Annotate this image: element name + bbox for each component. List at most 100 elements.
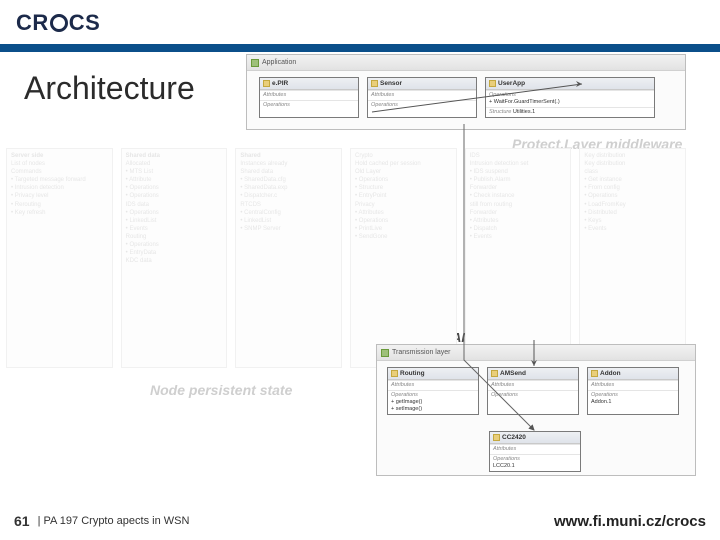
class-icon <box>591 370 598 377</box>
class-icon <box>371 80 378 87</box>
box-op2: + setImage() <box>391 406 422 412</box>
ghost-line: RTCDS <box>240 201 337 209</box>
slide-body: Architecture Original user application P… <box>0 52 720 500</box>
box-title: Addon <box>600 370 621 377</box>
ghost-line: Old Layer <box>355 168 452 176</box>
class-icon <box>391 370 398 377</box>
ghost-line: • Operations <box>584 192 681 200</box>
package-icon <box>381 349 389 357</box>
ghost-line: • SharedData.exp <box>240 184 337 192</box>
ghost-line: IDS data <box>126 201 223 209</box>
ghost-line: Shared <box>240 152 337 160</box>
ghost-line: Key distribution <box>584 160 681 168</box>
class-icon <box>493 434 500 441</box>
class-icon <box>263 80 270 87</box>
ghost-line: Intrusion detection set <box>470 160 567 168</box>
ghost-line: • CentralConfig <box>240 209 337 217</box>
box-attrs: Attributes <box>391 382 414 388</box>
box-attrs: Attributes <box>371 92 394 98</box>
box-userapp: UserApp Operations+ WaitFor.GuardTimerSe… <box>485 77 655 118</box>
ghost-line: Privacy <box>355 201 452 209</box>
ghost-line: • EntryPoint <box>355 192 452 200</box>
ghost-line: IDS <box>470 152 567 160</box>
ghost-line: class <box>584 168 681 176</box>
ghost-line: Key distribution <box>584 152 681 160</box>
diagram-title: Transmission layer <box>392 349 450 356</box>
box-title: AMSend <box>500 370 526 377</box>
ghost-line: • LinkedList <box>240 217 337 225</box>
box-ops: Operations <box>371 102 398 108</box>
ghost-column: Shared dataAllocated• MTS List• Attribut… <box>121 148 228 368</box>
ghost-line: • Publish.Alarm <box>470 176 567 184</box>
ghost-line: • LoadFromKey <box>584 201 681 209</box>
logo-left: CR <box>16 10 49 36</box>
ghost-line: • Key refresh <box>11 209 108 217</box>
ghost-line: Instances already <box>240 160 337 168</box>
ghost-line: • Dispatch <box>470 225 567 233</box>
box-epir: e.PIR Attributes Operations <box>259 77 359 118</box>
ghost-column: CryptoHold cached per sessionOld Layer• … <box>350 148 457 368</box>
logo-right: CS <box>69 10 101 36</box>
ghost-line: • Dispatcher.c <box>240 192 337 200</box>
ghost-line: still from routing <box>470 201 567 209</box>
box-ops-lab: Operations <box>391 392 418 398</box>
box-title: e.PIR <box>272 80 288 87</box>
box-attrs: Attributes <box>263 92 286 98</box>
ghost-line: • Operations <box>126 209 223 217</box>
box-ops-lab: Operations <box>493 456 520 462</box>
footer-url: www.fi.muni.cz/crocs <box>554 513 706 530</box>
ghost-line: • Get instance <box>584 176 681 184</box>
box-title: Sensor <box>380 80 402 87</box>
ghost-line: Crypto <box>355 152 452 160</box>
label-node-state: Node persistent state <box>150 382 292 398</box>
box-ops-lab: Operations <box>591 392 618 398</box>
ghost-line: • EntryData <box>126 249 223 257</box>
ghost-line: • SNMP Server <box>240 225 337 233</box>
ghost-line: • Attribute <box>126 176 223 184</box>
ghost-line: • Events <box>126 225 223 233</box>
ghost-line: • IDS suspend <box>470 168 567 176</box>
ghost-line: Forwarder <box>470 209 567 217</box>
box-addon: Addon Attributes OperationsAddon.1 <box>587 367 679 415</box>
box-op1: + WaitFor.GuardTimerSent(.) <box>489 99 560 105</box>
box-op1: + getImage() <box>391 399 422 405</box>
box-routing: Routing Attributes Operations+ getImage(… <box>387 367 479 415</box>
ghost-line: • Operations <box>126 192 223 200</box>
diagram-title: Application <box>262 59 296 66</box>
ghost-line: Server side <box>11 152 108 160</box>
ghost-line: • PrintLive <box>355 225 452 233</box>
diagram-transmission: Transmission layer Routing Attributes Op… <box>376 344 696 476</box>
ghost-line: Routing <box>126 233 223 241</box>
ghost-line: • Structure <box>355 184 452 192</box>
diagram-application: Application e.PIR Attributes Operations … <box>246 54 686 130</box>
slide-header: CR CS <box>0 0 720 52</box>
ghost-line: • Operations <box>355 217 452 225</box>
ghost-line: Hold cached per session <box>355 160 452 168</box>
box-ops: Operations <box>263 102 290 108</box>
ghost-column: SharedInstances alreadyShared data• Shar… <box>235 148 342 368</box>
logo: CR CS <box>16 8 100 38</box>
ghost-line: • Keys <box>584 217 681 225</box>
ghost-line: Shared data <box>126 152 223 160</box>
ghost-line: • Attributes <box>470 217 567 225</box>
package-icon <box>251 59 259 67</box>
ghost-line: • Check instance <box>470 192 567 200</box>
box-attrs: Attributes <box>491 382 514 388</box>
box-attrs: Attributes <box>493 446 516 452</box>
box-sensor: Sensor Attributes Operations <box>367 77 477 118</box>
logo-ring-icon <box>50 14 68 32</box>
box-title: UserApp <box>498 80 525 87</box>
ghost-line: • Distributed <box>584 209 681 217</box>
ghost-column: Key distributionKey distributionclass• G… <box>579 148 686 368</box>
ghost-line: • SendGone <box>355 233 452 241</box>
footer-course: | PA 197 Crypto apects in WSN <box>38 515 190 527</box>
box-amsend: AMSend Attributes Operations <box>487 367 579 415</box>
ghost-line: • Events <box>470 233 567 241</box>
ghost-line: • Events <box>584 225 681 233</box>
ghost-line: • From config <box>584 184 681 192</box>
ghost-line: • Operations <box>355 176 452 184</box>
box-op1: Addon.1 <box>591 399 612 405</box>
logo-text: CR CS <box>16 10 100 36</box>
ghost-line: • MTS List <box>126 168 223 176</box>
box-struct1: Utilities.1 <box>513 109 535 115</box>
